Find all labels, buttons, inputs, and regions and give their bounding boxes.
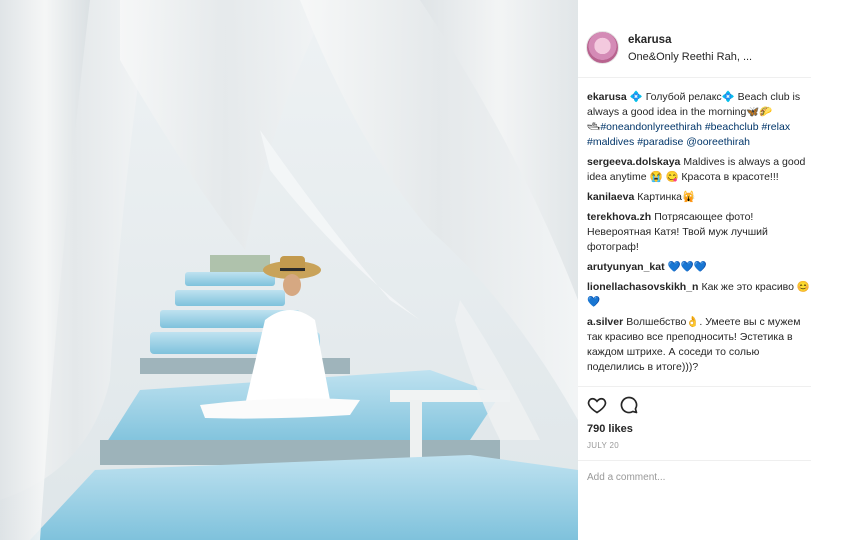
speech-bubble-icon[interactable] <box>619 395 639 415</box>
divider <box>578 386 811 387</box>
post-date[interactable]: JULY 20 <box>587 441 619 450</box>
post-header: ekarusa One&Only Reethi Rah, ... <box>578 0 811 78</box>
comment-username[interactable]: a.silver <box>587 316 623 328</box>
comment-username[interactable]: sergeeva.dolskaya <box>587 156 680 168</box>
comment-username[interactable]: arutyunyan_kat <box>587 261 665 273</box>
comment-username[interactable]: lionellachasovskikh_n <box>587 281 698 293</box>
avatar[interactable] <box>586 31 619 64</box>
divider <box>578 460 811 461</box>
comment-text: Картинка🙀 <box>637 191 696 203</box>
comment-username[interactable]: terekhova.zh <box>587 211 651 223</box>
comment-item: a.silver Волшебство👌. Умеете вы с мужем т… <box>587 315 812 375</box>
header-username[interactable]: ekarusa <box>628 34 671 46</box>
likes-count[interactable]: 790 likes <box>587 423 633 435</box>
comment-text: 💙💙💙 <box>667 261 707 273</box>
post-side-panel: ekarusa One&Only Reethi Rah, ... ekarusa… <box>578 0 845 540</box>
add-comment-input[interactable] <box>587 470 802 484</box>
comment-item: lionellachasovskikh_n Как же это красиво … <box>587 280 812 310</box>
heart-icon[interactable] <box>587 395 607 415</box>
comment-item: terekhova.zh Потрясающее фото! Невероятна… <box>587 210 812 255</box>
post-photo[interactable] <box>0 0 578 540</box>
comments-list: ekarusa 💠 Голубой релакс💠 Beach club is a… <box>587 90 812 380</box>
comment-item: kanilaeva Картинка🙀 <box>587 190 812 205</box>
comment-username[interactable]: ekarusa <box>587 91 627 103</box>
header-location[interactable]: One&Only Reethi Rah, ... <box>628 51 752 63</box>
comment-item: arutyunyan_kat 💙💙💙 <box>587 260 812 275</box>
comment-item: sergeeva.dolskaya Maldives is always a go… <box>587 155 812 185</box>
comment-hashtags[interactable]: #oneandonlyreethirah #beachclub #relax #… <box>587 121 790 148</box>
comment-username[interactable]: kanilaeva <box>587 191 634 203</box>
photo-illustration <box>0 0 578 540</box>
comment-item: ekarusa 💠 Голубой релакс💠 Beach club is a… <box>587 90 812 150</box>
